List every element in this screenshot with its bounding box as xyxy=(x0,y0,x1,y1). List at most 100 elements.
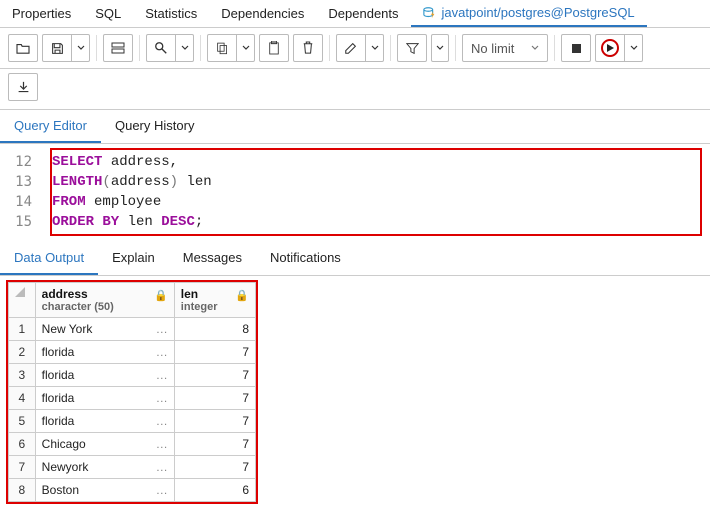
row-number[interactable]: 2 xyxy=(9,341,36,364)
editor-line: 14FROM employee xyxy=(52,192,694,212)
tab-dependencies[interactable]: Dependencies xyxy=(209,0,316,27)
stop-button[interactable] xyxy=(561,34,591,62)
table-row[interactable]: 8Boston…6 xyxy=(9,479,256,502)
lock-icon: 🔒 xyxy=(154,289,168,302)
search-button[interactable] xyxy=(146,34,176,62)
editor-line: 15ORDER BY len DESC; xyxy=(52,212,694,232)
col-type: integer xyxy=(181,301,249,313)
tab-label: Dependencies xyxy=(221,6,304,21)
table-row[interactable]: 2florida…7 xyxy=(9,341,256,364)
tab-label: Query Editor xyxy=(14,118,87,133)
cell-len[interactable]: 7 xyxy=(174,387,255,410)
open-file-button[interactable] xyxy=(8,34,38,62)
tab-messages[interactable]: Messages xyxy=(169,242,256,275)
tab-label: SQL xyxy=(95,6,121,21)
line-number: 13 xyxy=(8,172,42,192)
row-number[interactable]: 4 xyxy=(9,387,36,410)
toolbar-row-2 xyxy=(0,69,710,110)
execute-circle-highlight xyxy=(601,39,619,57)
tab-properties[interactable]: Properties xyxy=(0,0,83,27)
tab-query-history[interactable]: Query History xyxy=(101,110,208,143)
row-number[interactable]: 8 xyxy=(9,479,36,502)
tab-connection[interactable]: javatpoint/postgres@PostgreSQL xyxy=(411,0,647,27)
editor-tab-strip: Query Editor Query History xyxy=(0,110,710,144)
table-row[interactable]: 7Newyork…7 xyxy=(9,456,256,479)
tab-query-editor[interactable]: Query Editor xyxy=(0,110,101,143)
cell-len[interactable]: 7 xyxy=(174,433,255,456)
cell-len[interactable]: 7 xyxy=(174,410,255,433)
cell-address[interactable]: florida… xyxy=(35,387,174,410)
editor-line: 12SELECT address, xyxy=(52,152,694,172)
tab-statistics[interactable]: Statistics xyxy=(133,0,209,27)
filter-dropdown[interactable] xyxy=(431,34,449,62)
cell-len[interactable]: 6 xyxy=(174,479,255,502)
tab-explain[interactable]: Explain xyxy=(98,242,169,275)
download-button[interactable] xyxy=(8,73,38,101)
cell-len[interactable]: 7 xyxy=(174,456,255,479)
sql-editor-highlight-box: 12SELECT address,13LENGTH(address) len14… xyxy=(50,148,702,236)
cell-len[interactable]: 7 xyxy=(174,364,255,387)
column-header-address[interactable]: address character (50) 🔒 xyxy=(35,283,174,318)
copy-button[interactable] xyxy=(207,34,237,62)
tab-data-output[interactable]: Data Output xyxy=(0,242,98,275)
tab-sql[interactable]: SQL xyxy=(83,0,133,27)
copy-dropdown[interactable] xyxy=(237,34,255,62)
tab-dependents[interactable]: Dependents xyxy=(316,0,410,27)
save-button[interactable] xyxy=(42,34,72,62)
limit-select[interactable]: No limit xyxy=(462,34,548,62)
tab-label: Explain xyxy=(112,250,155,265)
tab-label: Properties xyxy=(12,6,71,21)
execute-dropdown[interactable] xyxy=(625,34,643,62)
cell-address[interactable]: Chicago… xyxy=(35,433,174,456)
cell-len[interactable]: 7 xyxy=(174,341,255,364)
cell-address[interactable]: Boston… xyxy=(35,479,174,502)
result-grid[interactable]: address character (50) 🔒 len integer 🔒 1… xyxy=(8,282,256,502)
tab-label: Query History xyxy=(115,118,194,133)
lock-icon: 🔒 xyxy=(235,289,249,302)
result-grid-highlight-box: address character (50) 🔒 len integer 🔒 1… xyxy=(6,280,258,504)
cell-address[interactable]: florida… xyxy=(35,410,174,433)
line-number: 14 xyxy=(8,192,42,212)
row-number[interactable]: 3 xyxy=(9,364,36,387)
table-row[interactable]: 1New York…8 xyxy=(9,318,256,341)
cell-address[interactable]: Newyork… xyxy=(35,456,174,479)
table-row[interactable]: 4florida…7 xyxy=(9,387,256,410)
edit-button[interactable] xyxy=(336,34,366,62)
tab-label: Data Output xyxy=(14,250,84,265)
paste-button[interactable] xyxy=(259,34,289,62)
line-number: 12 xyxy=(8,152,42,172)
tab-label: Dependents xyxy=(328,6,398,21)
limit-label: No limit xyxy=(471,41,514,56)
tab-label: javatpoint/postgres@PostgreSQL xyxy=(442,5,635,20)
column-header-len[interactable]: len integer 🔒 xyxy=(174,283,255,318)
main-toolbar: No limit xyxy=(0,28,710,69)
find-replace-button[interactable] xyxy=(103,34,133,62)
tab-label: Notifications xyxy=(270,250,341,265)
filter-button[interactable] xyxy=(397,34,427,62)
row-number[interactable]: 5 xyxy=(9,410,36,433)
row-number[interactable]: 1 xyxy=(9,318,36,341)
tab-notifications[interactable]: Notifications xyxy=(256,242,355,275)
cell-address[interactable]: florida… xyxy=(35,364,174,387)
save-dropdown[interactable] xyxy=(72,34,90,62)
row-number[interactable]: 6 xyxy=(9,433,36,456)
corner-cell[interactable] xyxy=(9,283,36,318)
row-number[interactable]: 7 xyxy=(9,456,36,479)
table-row[interactable]: 5florida…7 xyxy=(9,410,256,433)
edit-dropdown[interactable] xyxy=(366,34,384,62)
cell-address[interactable]: New York… xyxy=(35,318,174,341)
play-icon xyxy=(606,43,615,53)
table-row[interactable]: 3florida…7 xyxy=(9,364,256,387)
tab-label: Messages xyxy=(183,250,242,265)
table-row[interactable]: 6Chicago…7 xyxy=(9,433,256,456)
sql-editor[interactable]: 12SELECT address,13LENGTH(address) len14… xyxy=(52,152,694,232)
cell-address[interactable]: florida… xyxy=(35,341,174,364)
database-lightning-icon xyxy=(423,6,437,20)
top-tab-strip: Properties SQL Statistics Dependencies D… xyxy=(0,0,710,28)
cell-len[interactable]: 8 xyxy=(174,318,255,341)
line-number: 15 xyxy=(8,212,42,232)
execute-button[interactable] xyxy=(595,34,625,62)
delete-button[interactable] xyxy=(293,34,323,62)
result-tab-strip: Data Output Explain Messages Notificatio… xyxy=(0,242,710,276)
search-dropdown[interactable] xyxy=(176,34,194,62)
